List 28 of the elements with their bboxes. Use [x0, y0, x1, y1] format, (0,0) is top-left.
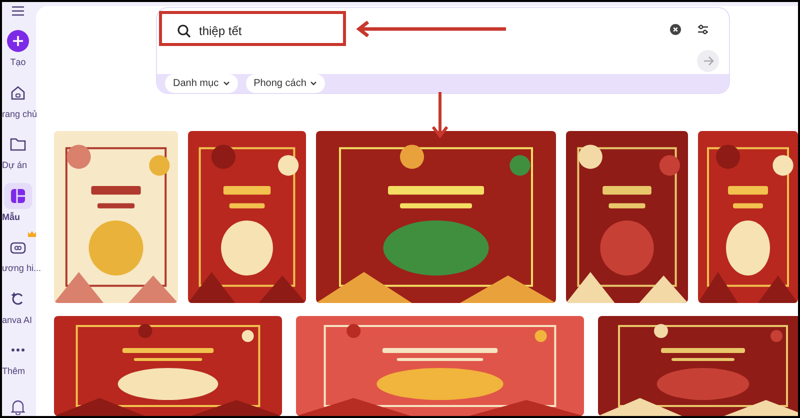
arrow-down-icon	[432, 92, 448, 138]
chevron-down-icon	[310, 81, 318, 86]
menu-icon[interactable]	[12, 6, 24, 16]
nav-label: Mẫu	[2, 210, 20, 224]
nav-label: Dự án	[2, 159, 28, 172]
nav-item[interactable]	[4, 182, 32, 208]
nav-label: rang chủ	[2, 108, 38, 121]
home-icon	[10, 84, 26, 100]
notification-icon[interactable]	[11, 400, 25, 415]
arrow-left-icon	[356, 21, 506, 37]
nav-label: anva AI	[2, 314, 32, 326]
nav-item[interactable]	[4, 28, 32, 54]
filter-icon[interactable]	[697, 24, 709, 35]
search-icon	[177, 24, 191, 38]
nav-label: Tạo	[10, 56, 26, 69]
templates-icon	[11, 188, 25, 202]
nav-label: ương hi...	[2, 262, 41, 275]
filter-chip[interactable]: Danh mục	[165, 74, 238, 93]
filter-chip[interactable]: Phong cách	[246, 74, 326, 93]
folder-icon	[10, 137, 26, 151]
chevron-down-icon	[222, 81, 230, 86]
nav-label: Thêm	[2, 365, 26, 378]
search-field[interactable]: thiệp tết	[199, 22, 242, 40]
sparkle-c-icon	[11, 292, 25, 306]
plus-icon	[7, 30, 29, 52]
arrow-right-icon	[702, 56, 714, 66]
more-icon	[11, 348, 25, 352]
clear-icon[interactable]	[670, 24, 681, 35]
